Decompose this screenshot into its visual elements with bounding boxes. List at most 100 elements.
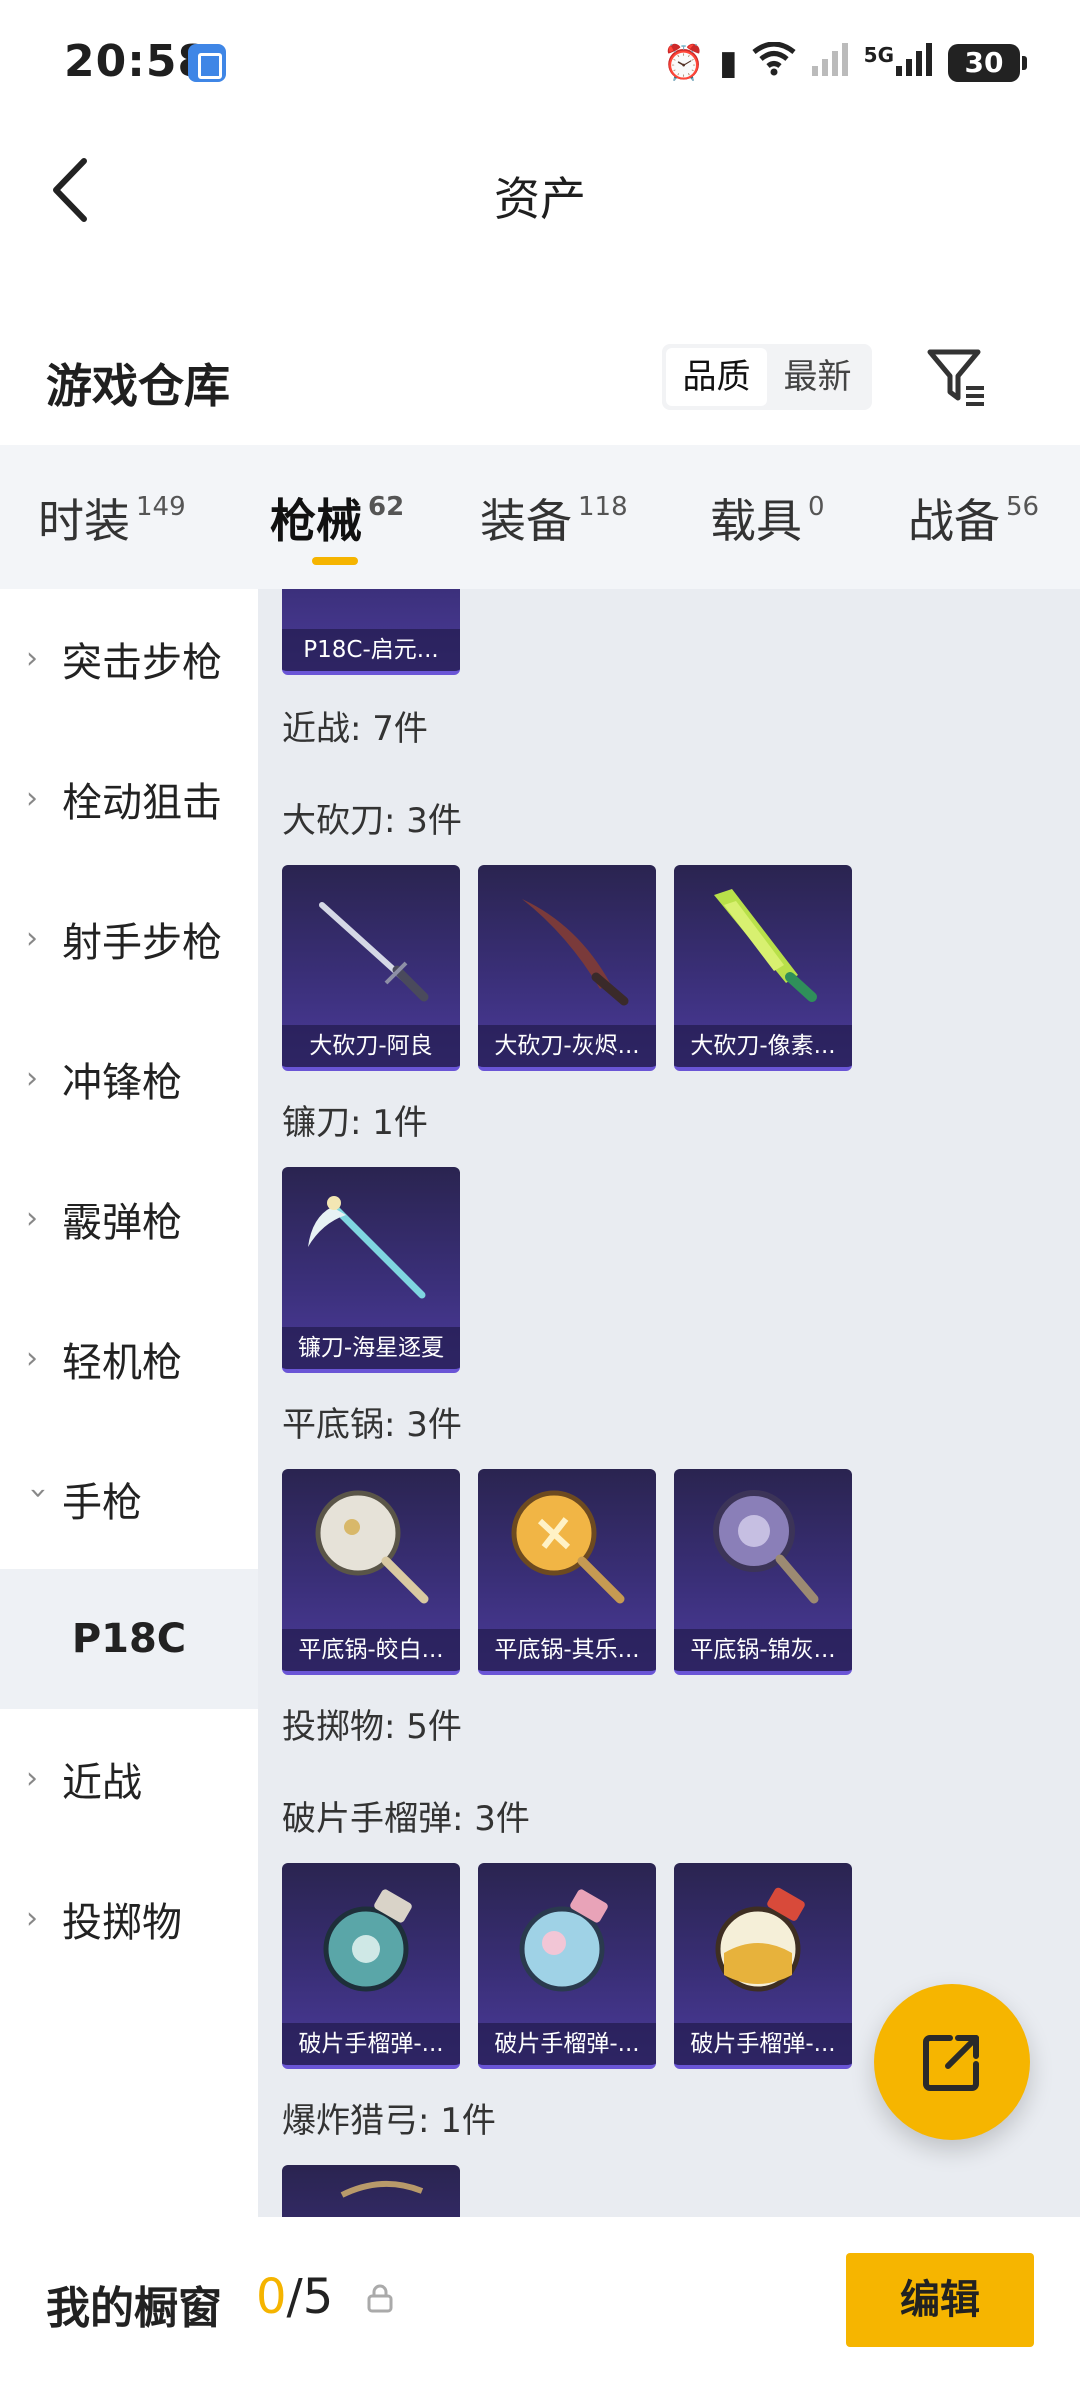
chevron-right-icon: › — [26, 1901, 38, 1936]
pan-image — [315, 1490, 429, 1604]
sidebar-item-bolt-sniper[interactable]: › 栓动狙击 — [0, 729, 258, 869]
tab-battle-gear[interactable]: 战备 56 — [908, 485, 1039, 551]
sort-toggle: 品质 最新 — [662, 344, 872, 410]
showcase-count: 0/5 — [256, 2269, 333, 2325]
wifi-icon — [752, 41, 796, 84]
chevron-right-icon: › — [26, 921, 38, 956]
sidebar-item-marksman-rifle[interactable]: › 射手步枪 — [0, 869, 258, 1009]
sidebar-item-melee[interactable]: › 近战 — [0, 1709, 258, 1849]
group-label-throwables: 投掷物: 5件 — [282, 1707, 462, 1747]
tab-count: 118 — [578, 492, 628, 522]
sidebar-item-pistol[interactable]: › 手枪 — [0, 1429, 258, 1569]
sidebar-item-smg[interactable]: › 冲锋枪 — [0, 1009, 258, 1149]
group-label-explosive-bow: 爆炸猎弓: 1件 — [282, 2101, 496, 2141]
tab-label: 战备 — [908, 494, 1000, 548]
tab-count: 149 — [136, 492, 186, 522]
tab-count: 62 — [368, 492, 405, 522]
item-card-machete[interactable]: 大砍刀-灰烬... — [478, 865, 656, 1071]
warehouse-title: 游戏仓库 — [46, 359, 230, 413]
bow-image — [340, 2180, 424, 2198]
sidebar-item-label: 近战 — [62, 1760, 142, 1806]
item-name: 破片手榴弹-... — [478, 2023, 656, 2065]
item-card-pan[interactable]: 平底锅-其乐... — [478, 1469, 656, 1675]
item-name: P18C-启元... — [282, 629, 460, 671]
signal-5g-icon — [894, 42, 934, 84]
group-label-frag-grenade: 破片手榴弹: 3件 — [282, 1799, 530, 1839]
item-card-machete[interactable]: 大砍刀-阿良 — [282, 865, 460, 1071]
tab-count: 56 — [1006, 492, 1040, 522]
item-card-explosive-bow[interactable] — [282, 2165, 460, 2217]
tab-fashion[interactable]: 时装 149 — [38, 485, 186, 551]
sidebar-item-shotgun[interactable]: › 霰弹枪 — [0, 1149, 258, 1289]
edit-button[interactable]: 编辑 — [846, 2253, 1034, 2347]
app-notification-icon — [188, 44, 226, 82]
sidebar-item-label: 手枪 — [62, 1480, 142, 1526]
machete-image — [522, 899, 629, 1006]
vibrate-icon: ▮ — [718, 43, 738, 83]
group-label-scythe: 镰刀: 1件 — [282, 1103, 428, 1143]
sidebar-subitem-p18c[interactable]: P18C — [0, 1569, 258, 1709]
showcase-label: 我的橱窗 — [46, 2283, 222, 2334]
chevron-right-icon: › — [26, 1201, 38, 1236]
group-label-pan: 平底锅: 3件 — [282, 1405, 462, 1445]
sidebar-item-label: 栓动狙击 — [62, 780, 222, 826]
item-name: 平底锅-锦灰... — [674, 1629, 852, 1671]
chevron-right-icon: › — [26, 1761, 38, 1796]
network-type: 5G — [863, 43, 894, 67]
tab-label: 时装 — [38, 494, 130, 548]
chevron-right-icon: › — [26, 781, 38, 816]
item-name: 破片手榴弹-... — [674, 2023, 852, 2065]
sidebar-item-label: 射手步枪 — [62, 920, 222, 966]
sort-latest-option[interactable]: 最新 — [767, 348, 868, 406]
item-name: 平底锅-其乐... — [478, 1629, 656, 1671]
chevron-right-icon: › — [26, 641, 38, 676]
sidebar-item-label: 霰弹枪 — [62, 1200, 182, 1246]
item-card-pan[interactable]: 平底锅-锦灰... — [674, 1469, 852, 1675]
category-tabs: 时装 149 枪械 62 装备 118 载具 0 战备 56 — [0, 445, 1080, 589]
status-icons: ⏰ ▮ 5G 30 — [662, 40, 1027, 86]
showcase-total: /5 — [286, 2269, 334, 2325]
item-card-grenade[interactable]: 破片手榴弹-... — [674, 1863, 852, 2069]
item-card-p18c[interactable]: P18C-启元... — [282, 589, 460, 675]
alarm-icon: ⏰ — [662, 43, 705, 83]
chevron-right-icon: › — [26, 1341, 38, 1376]
sidebar-item-assault-rifle[interactable]: › 突击步枪 — [0, 589, 258, 729]
status-bar: 20:58 ⏰ ▮ 5G 30 — [0, 0, 1080, 125]
item-name: 破片手榴弹-... — [282, 2023, 460, 2065]
weapon-category-sidebar: › 突击步枪 › 栓动狙击 › 射手步枪 › 冲锋枪 › 霰弹枪 › 轻机枪 › 手枪 P18… — [0, 589, 258, 2217]
chevron-down-icon: › — [21, 1487, 56, 1499]
tab-count: 0 — [808, 492, 825, 522]
lock-icon — [367, 2284, 393, 2313]
tab-vehicles[interactable]: 载具 0 — [710, 485, 825, 551]
item-art — [282, 589, 460, 629]
item-grid-area: P18C-启元... 近战: 7件 大砍刀: 3件 大砍刀-阿良 大砍刀-灰烬.… — [258, 589, 1080, 2217]
item-card-machete[interactable]: 大砍刀-像素... — [674, 865, 852, 1071]
sidebar-item-throwables[interactable]: › 投掷物 — [0, 1849, 258, 1989]
item-name: 镰刀-海星逐夏 — [282, 1327, 460, 1369]
active-tab-indicator — [312, 557, 358, 565]
item-name: 平底锅-皎白... — [282, 1629, 460, 1671]
signal-icon — [810, 42, 850, 84]
share-button[interactable] — [874, 1984, 1030, 2140]
item-card-grenade[interactable]: 破片手榴弹-... — [478, 1863, 656, 2069]
chevron-right-icon: › — [26, 1061, 38, 1096]
grenade-image — [323, 1889, 412, 1992]
sidebar-item-lmg[interactable]: › 轻机枪 — [0, 1289, 258, 1429]
sort-quality-option[interactable]: 品质 — [666, 348, 767, 406]
showcase-current: 0 — [256, 2269, 287, 2325]
item-name: 大砍刀-灰烬... — [478, 1025, 656, 1067]
scythe-image — [308, 1196, 426, 1299]
tab-label: 装备 — [480, 494, 572, 548]
tab-equipment[interactable]: 装备 118 — [480, 485, 628, 551]
grenade-image — [715, 1887, 805, 1992]
pan-image — [511, 1490, 625, 1604]
item-card-grenade[interactable]: 破片手榴弹-... — [282, 1863, 460, 2069]
tab-firearms[interactable]: 枪械 62 — [270, 485, 404, 551]
page-title: 资产 — [494, 172, 586, 226]
filter-button[interactable] — [926, 346, 988, 408]
sidebar-item-label: 投掷物 — [62, 1900, 182, 1946]
tab-label: 枪械 — [270, 494, 362, 548]
item-card-pan[interactable]: 平底锅-皎白... — [282, 1469, 460, 1675]
item-name: 大砍刀-阿良 — [282, 1025, 460, 1067]
item-card-scythe[interactable]: 镰刀-海星逐夏 — [282, 1167, 460, 1373]
